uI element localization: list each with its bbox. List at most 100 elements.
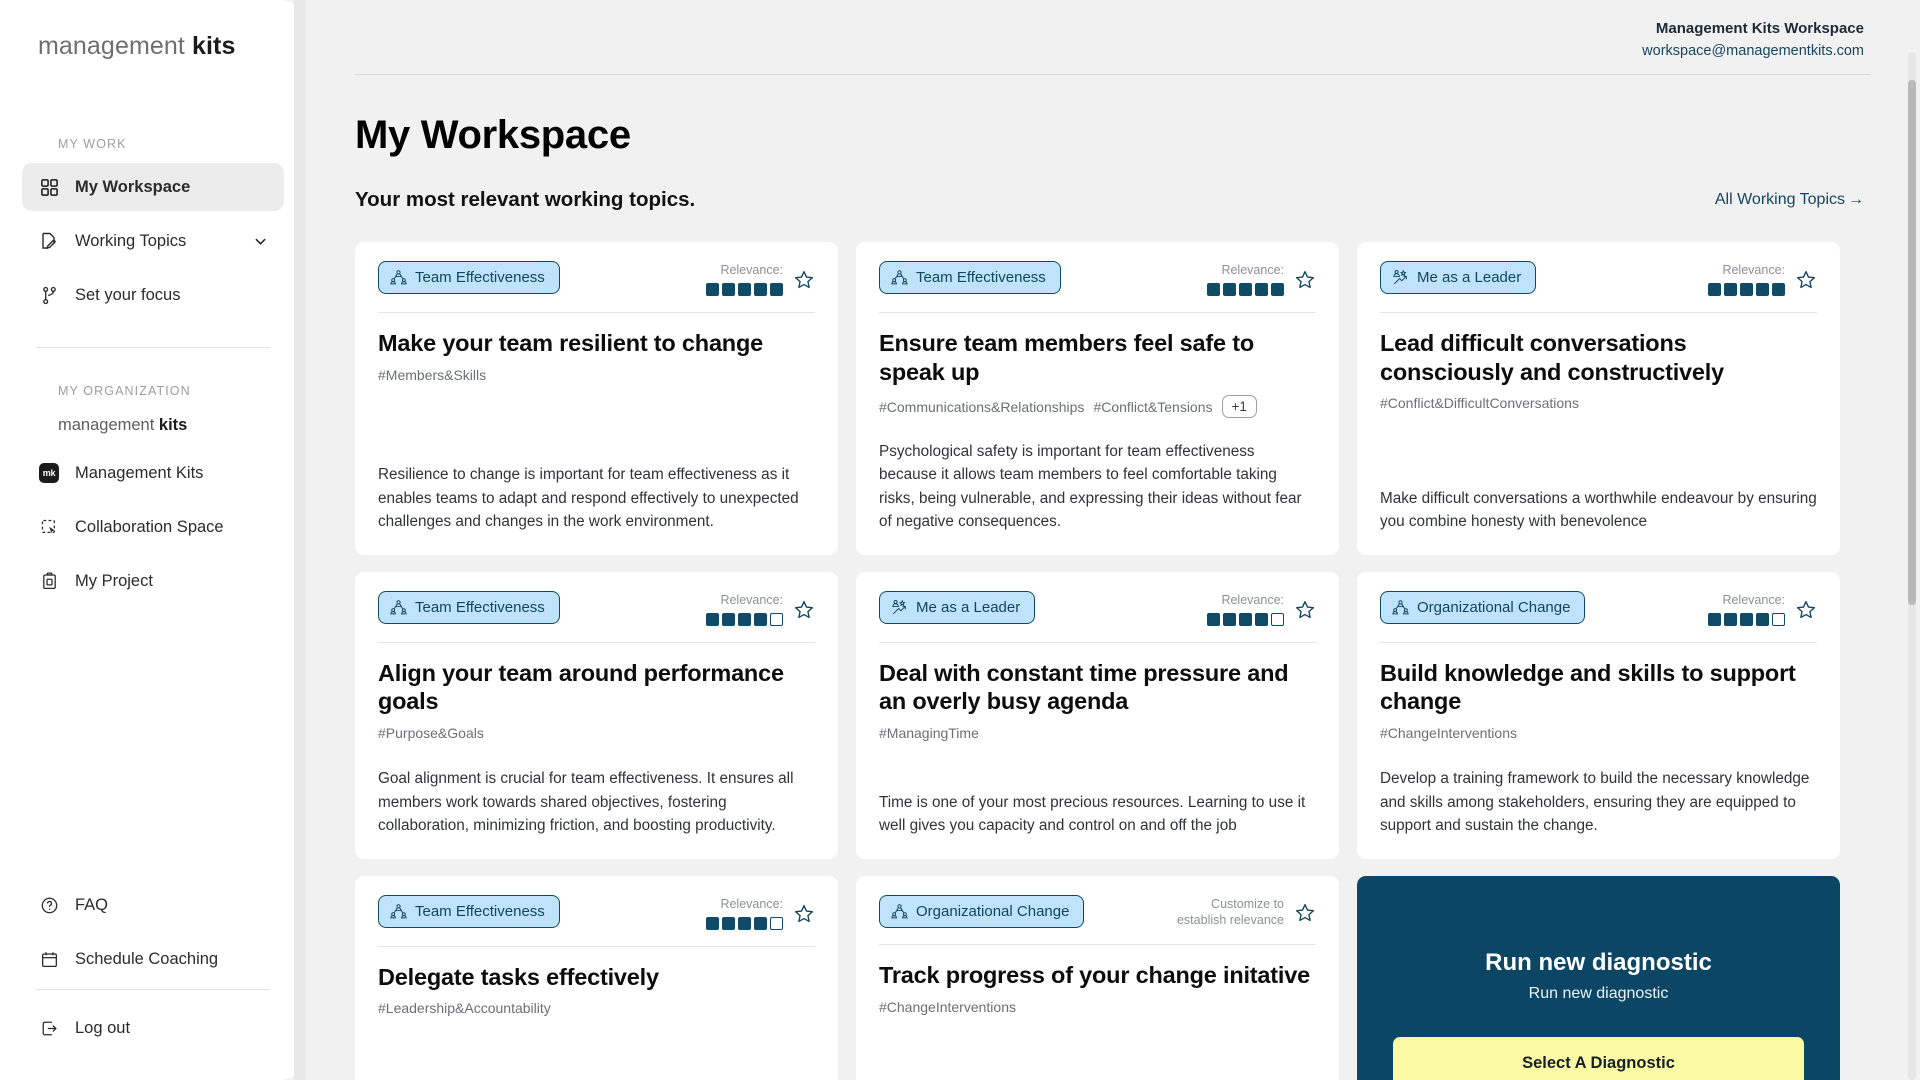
card-header: Me as a Leader Relevance:: [879, 591, 1316, 626]
relevance-label: Relevance:: [1221, 593, 1284, 608]
category-chip[interactable]: Organizational Change: [1380, 591, 1586, 625]
card-tags: #Leadership&Accountability: [378, 1000, 815, 1016]
relevance-square: [1271, 612, 1284, 626]
favorite-star-icon[interactable]: [1294, 269, 1316, 291]
topic-card[interactable]: Me as a Leader Relevance: Deal with consta…: [856, 572, 1339, 860]
topic-tag: #ManagingTime: [879, 725, 979, 742]
relevance-indicator: Relevance:: [706, 895, 815, 930]
favorite-star-icon[interactable]: [1795, 269, 1817, 291]
category-chip[interactable]: Me as a Leader: [1380, 261, 1537, 295]
favorite-star-icon[interactable]: [1294, 902, 1316, 924]
card-title: Ensure team members feel safe to speak u…: [879, 329, 1254, 385]
card-tags: #Conflict&DifficultConversations: [1380, 395, 1817, 411]
favorite-star-icon[interactable]: [793, 269, 815, 291]
card-description: Develop a training framework to build th…: [1380, 770, 1810, 834]
relevance-square: [706, 282, 719, 296]
card-header: Organizational Change Relevance:: [1380, 591, 1817, 626]
sidebar-item-my-project[interactable]: My Project: [22, 557, 284, 605]
main-scrollbar[interactable]: [1908, 52, 1916, 1080]
sidebar-item-schedule-coaching[interactable]: Schedule Coaching: [22, 935, 284, 983]
card-tags: #Purpose&Goals: [378, 725, 815, 741]
category-chip-label: Team Effectiveness: [415, 599, 545, 617]
category-chip[interactable]: Organizational Change: [879, 895, 1085, 929]
relevance-square: [706, 916, 719, 930]
relevance-square: [1740, 612, 1753, 626]
category-chip-label: Team Effectiveness: [415, 269, 545, 287]
subheader-row: Your most relevant working topics. All W…: [355, 188, 1864, 212]
team-icon: [891, 903, 908, 920]
category-chip-label: Organizational Change: [1417, 599, 1571, 617]
card-description: Make difficult conversations a worthwhil…: [1380, 489, 1817, 530]
relevance-square: [738, 282, 751, 296]
category-chip-label: Me as a Leader: [916, 599, 1021, 617]
team-icon: [390, 269, 407, 286]
card-divider: [1380, 641, 1817, 643]
sidebar-item-collaboration-space[interactable]: Collaboration Space: [22, 503, 284, 551]
topic-tag: #Members&Skills: [378, 366, 487, 383]
relevance-indicator: Relevance:: [1708, 261, 1817, 296]
relevance-square: [1756, 612, 1769, 626]
topic-tag: #ChangeInterventions: [1380, 725, 1517, 742]
topic-tag-more[interactable]: +1: [1221, 395, 1257, 419]
relevance-square: [754, 916, 767, 930]
sidebar-item-label: My Project: [75, 571, 153, 590]
branch-icon: [38, 284, 60, 306]
topic-tag: #Purpose&Goals: [378, 725, 484, 742]
relevance-square: [1740, 282, 1753, 296]
relevance-squares: [1708, 282, 1785, 296]
relevance-label: Relevance:: [720, 593, 783, 608]
relevance-square: [1724, 282, 1737, 296]
diagnostic-title: Run new diagnostic: [1485, 949, 1712, 977]
scrollbar-thumb[interactable]: [1908, 80, 1916, 605]
brand-logo[interactable]: management kits: [0, 0, 306, 61]
category-chip[interactable]: Me as a Leader: [879, 591, 1036, 625]
relevance-square: [722, 612, 735, 626]
sidebar-item-label: Schedule Coaching: [75, 949, 219, 968]
topic-card[interactable]: Organizational Change Customize to establi…: [856, 876, 1339, 1080]
favorite-star-icon[interactable]: [793, 903, 815, 925]
relevance-label: Relevance:: [720, 897, 783, 912]
relevance-indicator: Relevance:: [1708, 591, 1817, 626]
clipboard-icon: [38, 570, 60, 592]
topic-card[interactable]: Team Effectiveness Relevance: Ensure team …: [856, 242, 1339, 556]
all-working-topics-label: All Working Topics: [1714, 191, 1845, 209]
sidebar-item-set-your-focus[interactable]: Set your focus: [22, 271, 284, 319]
relevance-square: [1708, 282, 1721, 296]
card-header: Me as a Leader Relevance:: [1380, 261, 1817, 296]
topic-card[interactable]: Team Effectiveness Relevance: Make your te…: [355, 242, 838, 556]
sidebar-item-management-kits[interactable]: mk Management Kits: [22, 449, 284, 497]
sidebar-item-faq[interactable]: FAQ: [22, 881, 284, 929]
topic-card[interactable]: Team Effectiveness Relevance: Delegate tas…: [355, 876, 838, 1080]
nav-section-my-work: MY WORK: [58, 137, 127, 151]
category-chip[interactable]: Team Effectiveness: [378, 895, 560, 929]
favorite-star-icon[interactable]: [1294, 599, 1316, 621]
question-circle-icon: [38, 894, 60, 916]
card-title: Deal with constant time pressure and an …: [879, 659, 1289, 715]
relevance-square: [1239, 612, 1252, 626]
category-chip[interactable]: Team Effectiveness: [378, 591, 560, 625]
relevance-square: [1239, 282, 1252, 296]
select-a-diagnostic-button[interactable]: Select A Diagnostic: [1393, 1037, 1804, 1080]
sidebar-item-my-workspace[interactable]: My Workspace: [22, 163, 284, 211]
favorite-star-icon[interactable]: [793, 599, 815, 621]
mk-logo-icon: mk: [38, 462, 60, 484]
card-divider: [378, 641, 815, 643]
category-chip[interactable]: Team Effectiveness: [378, 261, 560, 295]
card-tags: #ChangeInterventions: [1380, 725, 1817, 741]
relevance-square: [722, 916, 735, 930]
topic-card[interactable]: Team Effectiveness Relevance: Align your t…: [355, 572, 838, 860]
all-working-topics-link[interactable]: All Working Topics →: [1715, 191, 1864, 209]
relevance-label: Relevance:: [720, 263, 783, 278]
category-chip[interactable]: Team Effectiveness: [879, 261, 1061, 295]
topic-card[interactable]: Me as a Leader Relevance: Lead difficult c…: [1357, 242, 1840, 556]
sidebar-item-working-topics[interactable]: Working Topics: [22, 217, 284, 265]
sidebar-item-log-out[interactable]: Log out: [22, 1004, 284, 1052]
favorite-star-icon[interactable]: [1795, 599, 1817, 621]
topic-card[interactable]: Organizational Change Relevance: Build kno…: [1357, 572, 1840, 860]
card-tags: #Communications&Relationships #Conflict&T…: [879, 395, 1316, 419]
mk-badge-label: mk: [39, 463, 59, 483]
relevance-label: Relevance:: [1221, 263, 1284, 278]
chevron-down-icon[interactable]: [253, 234, 268, 249]
customize-relevance-line1: Customize to: [1211, 897, 1284, 912]
sidebar-item-label: Collaboration Space: [75, 517, 224, 536]
